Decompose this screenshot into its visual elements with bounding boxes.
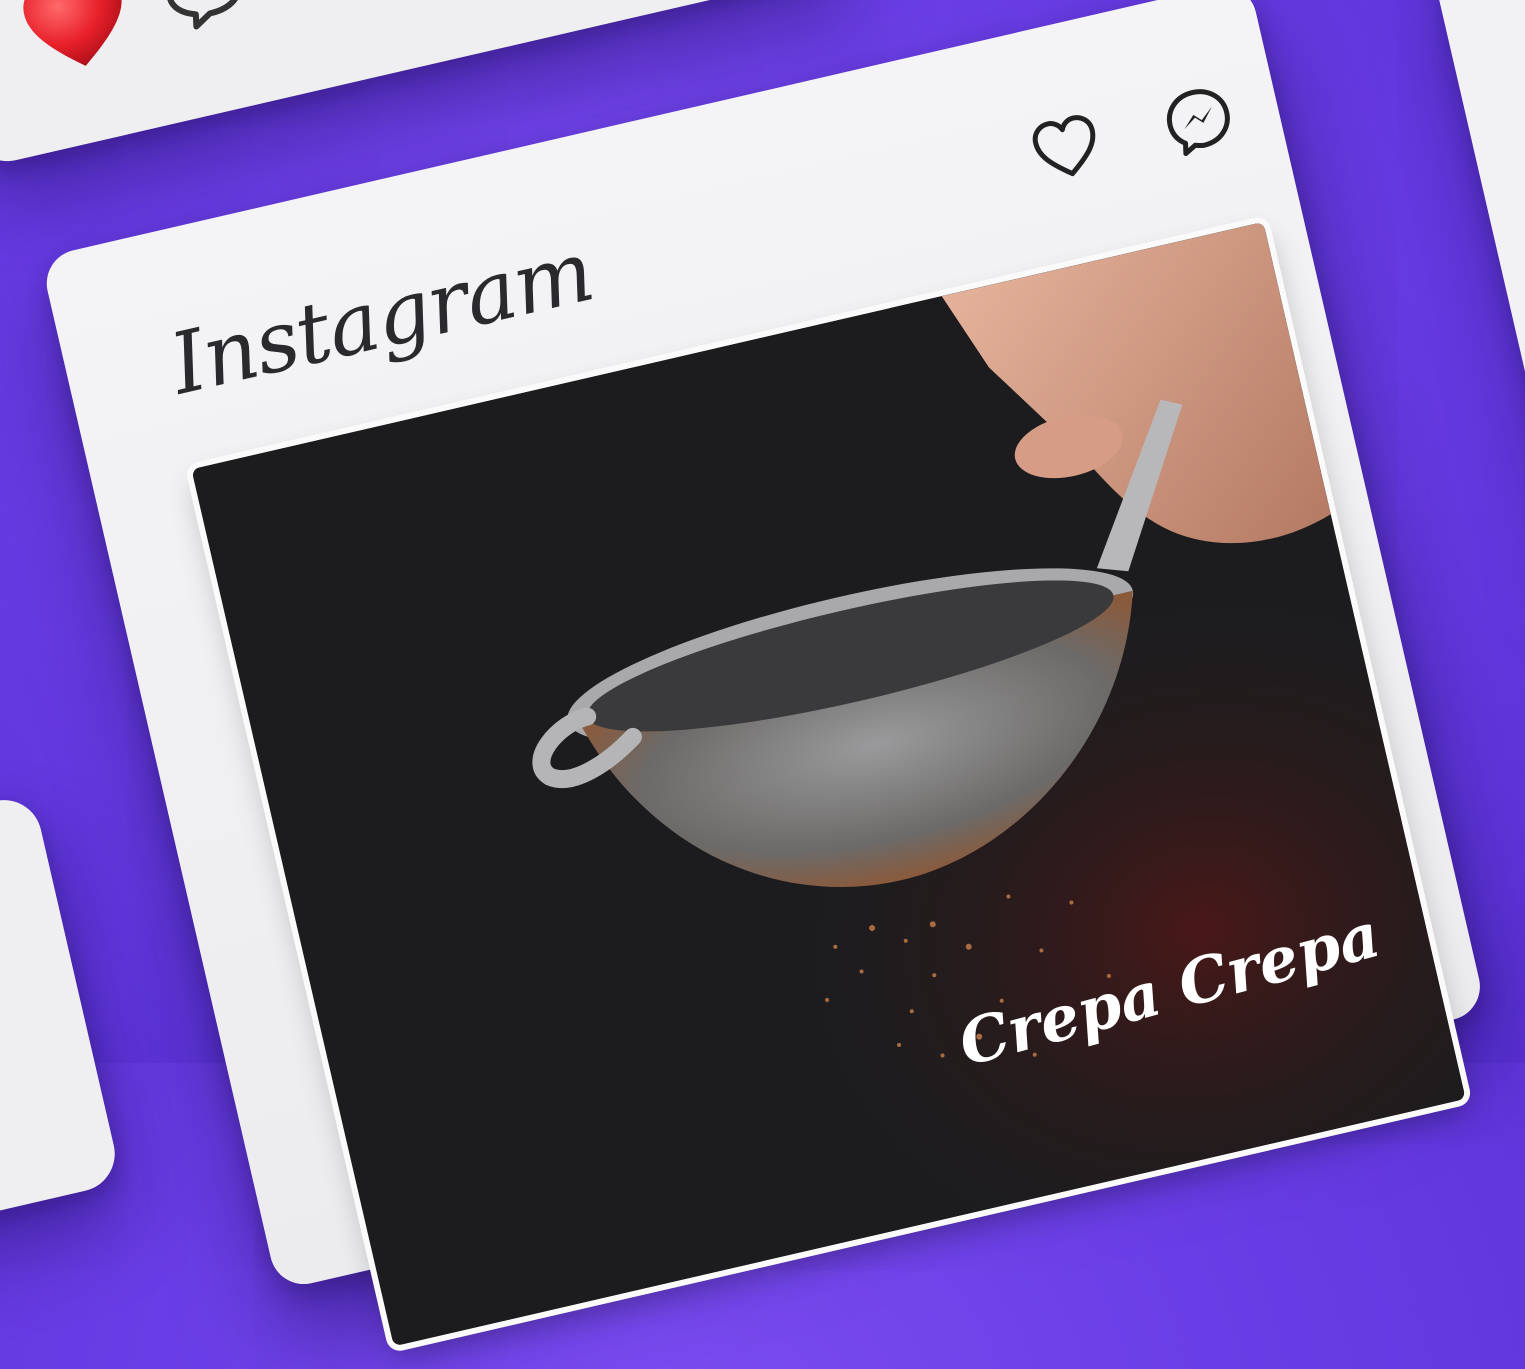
heart-icon[interactable] (1025, 107, 1109, 191)
post-image[interactable]: Crepa Crepa (191, 221, 1466, 1347)
sieve-photo (191, 221, 1466, 1347)
side-post-card (0, 792, 123, 1250)
instagram-post-card: Instagram Crepa Crepa (40, 0, 1487, 1347)
messenger-icon[interactable] (1157, 79, 1241, 163)
app-logo[interactable]: Instagram (162, 222, 602, 414)
